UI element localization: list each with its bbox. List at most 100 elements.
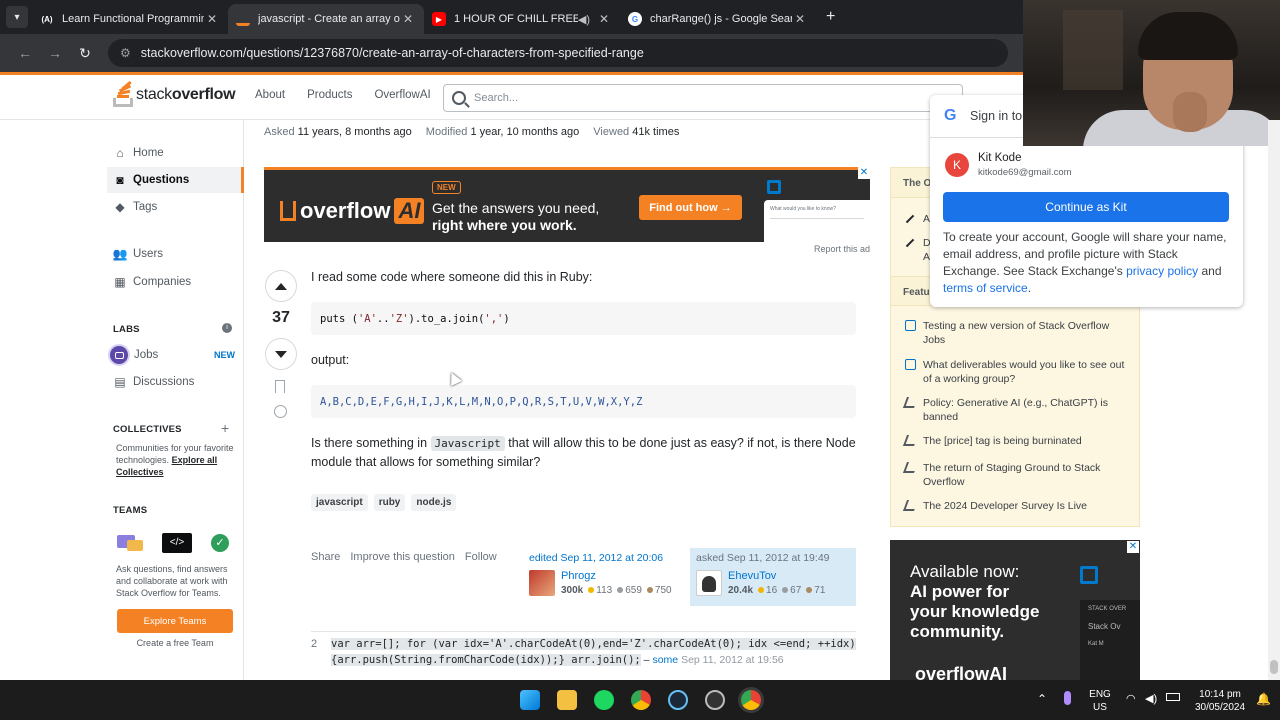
owner-username[interactable]: EhevuTov xyxy=(728,570,776,582)
share-link[interactable]: Share xyxy=(311,551,340,563)
improve-question-link[interactable]: Improve this question xyxy=(350,551,455,563)
editor-username[interactable]: Phrogz xyxy=(561,570,596,582)
google-favicon-icon: G xyxy=(628,12,642,26)
nav-about[interactable]: About xyxy=(255,89,285,101)
file-explorer-icon[interactable] xyxy=(557,690,577,710)
comment-username[interactable]: some xyxy=(652,654,678,666)
tag-javascript[interactable]: javascript xyxy=(311,494,368,511)
asked-timestamp[interactable]: asked Sep 11, 2012 at 19:49 xyxy=(696,552,850,564)
stackoverflow-logo[interactable]: stackoverflow xyxy=(113,80,236,107)
volume-icon[interactable]: ◀) xyxy=(1145,692,1157,705)
sidebar-item-users[interactable]: 👥 Users xyxy=(107,241,244,267)
audio-playing-icon[interactable]: ◀) xyxy=(578,13,590,26)
featured-item[interactable]: Testing a new version of Stack Overflow … xyxy=(905,319,1130,347)
chrome-profile-icon[interactable] xyxy=(741,690,761,710)
blog-item-text: A xyxy=(923,251,931,263)
nav-overflowai[interactable]: OverflowAI xyxy=(374,89,430,101)
question-meta: Asked 11 years, 8 months ago Modified 1 … xyxy=(264,126,679,138)
follow-link[interactable]: Follow xyxy=(465,551,497,563)
continue-as-button[interactable]: Continue as Kit xyxy=(943,192,1229,222)
bookmark-icon[interactable] xyxy=(275,380,285,393)
show-hidden-icons-chevron-icon[interactable]: ⌃ xyxy=(1037,692,1047,706)
featured-item[interactable]: The [price] tag is being burninated xyxy=(902,434,1130,448)
info-icon[interactable]: i xyxy=(222,323,232,333)
close-tab-icon[interactable]: ✕ xyxy=(400,12,416,26)
history-icon[interactable] xyxy=(274,405,287,418)
search-input[interactable]: Search... xyxy=(443,84,963,112)
owner-user-card: asked Sep 11, 2012 at 19:49 EhevuTov 20.… xyxy=(690,548,856,606)
page-scrollbar[interactable] xyxy=(1268,120,1280,680)
microphone-icon[interactable] xyxy=(1064,691,1071,705)
chrome-icon[interactable] xyxy=(631,690,651,710)
question-body-question: Is there something in Javascript that wi… xyxy=(311,434,861,472)
privacy-policy-link[interactable]: privacy policy xyxy=(1126,264,1198,278)
overflowai-sidebar-ad[interactable]: Available now: AI power for your knowled… xyxy=(890,540,1140,680)
back-arrow-icon[interactable]: ← xyxy=(10,45,40,61)
ad-close-icon[interactable]: ✕ xyxy=(1127,541,1139,553)
logo-text-overflow: overflow xyxy=(171,86,236,103)
close-tab-icon[interactable]: ✕ xyxy=(792,12,808,26)
language-indicator[interactable]: ENG US xyxy=(1085,688,1115,714)
clock[interactable]: 10:14 pm 30/05/2024 xyxy=(1190,688,1250,714)
upvote-button[interactable] xyxy=(265,270,297,302)
close-tab-icon[interactable]: ✕ xyxy=(596,12,612,26)
tab-title: javascript - Create an array of c xyxy=(258,13,400,25)
explore-teams-button[interactable]: Explore Teams xyxy=(117,609,233,633)
viewed-meta: Viewed 41k times xyxy=(593,126,679,138)
featured-item[interactable]: The return of Staging Ground to Stack Ov… xyxy=(902,461,1130,489)
overflowai-banner-ad[interactable]: overflow AI NEW Get the answers you need… xyxy=(264,167,870,242)
featured-item[interactable]: Policy: Generative AI (e.g., ChatGPT) is… xyxy=(902,396,1130,424)
avatar[interactable] xyxy=(696,570,722,596)
sidebar-item-jobs[interactable]: Jobs NEW xyxy=(107,342,244,368)
reload-icon[interactable]: ↻ xyxy=(70,45,100,62)
nav-products[interactable]: Products xyxy=(307,89,352,101)
sidebar-item-companies[interactable]: ▦ Companies xyxy=(107,269,244,295)
tab-search-icon[interactable]: ▾ xyxy=(6,6,28,28)
featured-item-text: Testing a new version of Stack Overflow … xyxy=(923,320,1110,346)
site-info-icon[interactable]: ⚙ xyxy=(120,46,131,60)
ad-close-icon[interactable]: ✕ xyxy=(858,167,870,179)
meta-value[interactable]: 1 year, 10 months ago xyxy=(470,126,579,138)
scrollbar-thumb[interactable] xyxy=(1270,660,1278,674)
windows-start-icon[interactable] xyxy=(520,690,540,710)
create-free-team-link[interactable]: Create a free Team xyxy=(117,638,233,648)
new-tab-plus-icon[interactable]: + xyxy=(816,8,845,34)
notifications-bell-icon[interactable]: 🔔 xyxy=(1256,692,1271,706)
terms-of-service-link[interactable]: terms of service xyxy=(943,281,1028,295)
downvote-button[interactable] xyxy=(265,338,297,370)
featured-item[interactable]: What deliverables would you like to see … xyxy=(905,358,1130,386)
ad-headline: Get the answers you need, right where yo… xyxy=(432,200,599,234)
battery-icon[interactable] xyxy=(1166,693,1180,701)
avatar[interactable] xyxy=(529,570,555,596)
tag-ruby[interactable]: ruby xyxy=(373,494,406,511)
region-text: US xyxy=(1093,702,1107,713)
comment-date[interactable]: Sep 11, 2012 at 19:56 xyxy=(681,654,784,666)
browser-tab[interactable]: G charRange() js - Google Search ✕ xyxy=(620,4,816,34)
address-bar[interactable]: ⚙ stackoverflow.com/questions/12376870/c… xyxy=(108,39,1008,67)
browser-tab[interactable]: (A) Learn Functional Programming ✕ xyxy=(32,4,228,34)
steam-icon[interactable] xyxy=(668,690,688,710)
find-out-how-button[interactable]: Find out how → xyxy=(639,195,742,220)
add-collective-plus-icon[interactable]: + xyxy=(221,420,229,436)
featured-item[interactable]: The 2024 Developer Survey Is Live xyxy=(902,499,1130,513)
ad-line: community. xyxy=(910,622,1005,641)
report-ad-link[interactable]: Report this ad xyxy=(814,244,870,254)
app-icon[interactable] xyxy=(705,690,725,710)
wifi-icon[interactable]: ◠ xyxy=(1126,692,1136,705)
tag-nodejs[interactable]: node.js xyxy=(411,494,457,511)
browser-tab-active[interactable]: javascript - Create an array of c ✕ xyxy=(228,4,424,34)
chat-bubble-icon xyxy=(905,359,916,370)
teams-description: Ask questions, find answers and collabor… xyxy=(116,564,228,598)
sidebar-item-discussions[interactable]: ▤ Discussions xyxy=(107,369,244,395)
code-block-ruby: puts ('A'.. 'Z').to_a.join(',') xyxy=(311,302,856,335)
sidebar-item-tags[interactable]: ◆ Tags xyxy=(107,194,244,220)
edited-timestamp[interactable]: edited Sep 11, 2012 at 20:06 xyxy=(529,552,677,564)
browser-tab[interactable]: ▶ 1 HOUR OF CHILL FREESTYL ◀) ✕ xyxy=(424,4,620,34)
spotify-icon[interactable] xyxy=(594,690,614,710)
meta-value: 11 years, 8 months ago xyxy=(297,126,412,138)
forward-arrow-icon[interactable]: → xyxy=(40,45,70,61)
sidebar-item-home[interactable]: ⌂ Home xyxy=(107,140,244,166)
ad-line: AI power for xyxy=(910,582,1010,601)
sidebar-item-questions[interactable]: ◙ Questions xyxy=(107,167,244,193)
close-tab-icon[interactable]: ✕ xyxy=(204,12,220,26)
